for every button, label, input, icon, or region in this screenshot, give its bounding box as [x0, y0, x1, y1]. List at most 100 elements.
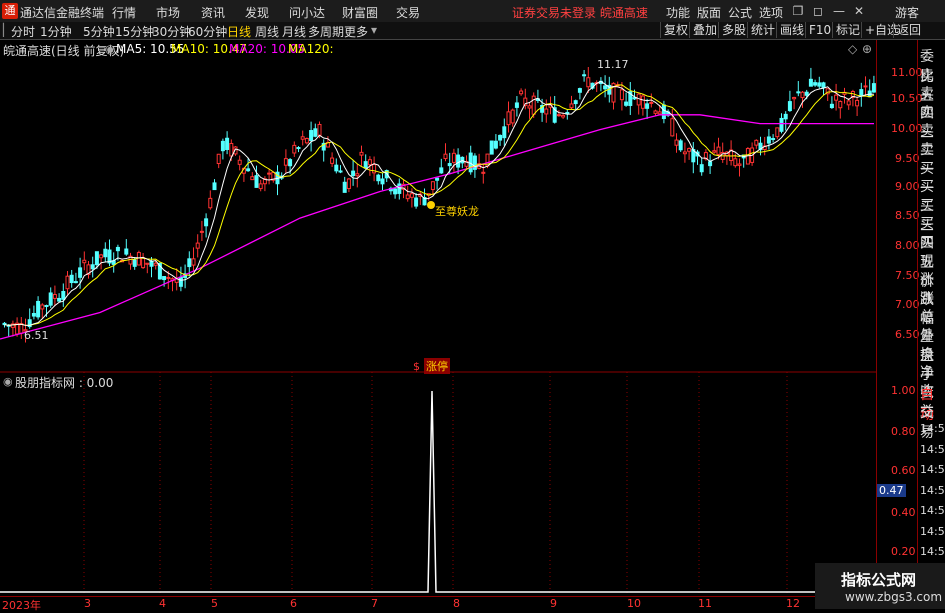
- candle-body: [292, 144, 297, 154]
- restore2-icon[interactable]: ◻: [810, 3, 826, 19]
- candle-body: [846, 100, 851, 106]
- watermark: 指标公式网 www.zbgs3.com: [815, 563, 945, 609]
- period-15min[interactable]: 15分钟: [115, 23, 154, 40]
- side-panel-label: 14:56: [920, 483, 945, 497]
- candle-body: [73, 281, 78, 284]
- candle-body: [351, 170, 356, 177]
- month-label: 10: [627, 597, 641, 610]
- menu-caifuquan[interactable]: 财富圈: [342, 4, 378, 21]
- menu-gongshi[interactable]: 公式: [728, 4, 752, 21]
- candle-body: [771, 138, 776, 141]
- candle-body: [493, 140, 498, 149]
- candle-body: [149, 260, 154, 267]
- low-price-label: 6.51: [24, 329, 49, 342]
- candle-body: [766, 136, 771, 144]
- tool-huaxian[interactable]: 画线: [776, 22, 807, 38]
- candle-body: [82, 259, 87, 264]
- tool-fanhui[interactable]: 返回: [893, 22, 924, 38]
- candle-body: [838, 100, 843, 109]
- candle-body: [502, 126, 507, 139]
- candle-body: [204, 218, 209, 227]
- price-tick: 7.00: [895, 298, 920, 311]
- tool-tongji[interactable]: 统计: [747, 22, 778, 38]
- period-1min[interactable]: 1分钟: [40, 23, 72, 40]
- tool-diejia[interactable]: 叠加: [689, 22, 720, 38]
- restore-icon[interactable]: ❐: [790, 3, 806, 19]
- month-label: 2023年: [2, 599, 41, 612]
- candle-body: [346, 178, 351, 190]
- candle-body: [792, 96, 797, 100]
- period-5min[interactable]: 5分钟: [83, 23, 115, 40]
- side-panel-label: 14:56: [920, 463, 945, 476]
- tool-f10[interactable]: F10: [805, 22, 834, 38]
- month-label: 4: [159, 597, 166, 610]
- user-label[interactable]: 游客: [895, 4, 919, 21]
- minimize-icon[interactable]: —: [831, 3, 847, 19]
- candle-body: [498, 134, 503, 141]
- period-fenshi[interactable]: 分时: [11, 23, 35, 40]
- candle-body: [586, 77, 591, 88]
- tool-fuquan[interactable]: 复权: [660, 22, 691, 38]
- candle-body: [435, 177, 440, 181]
- close-icon[interactable]: ✕: [851, 3, 867, 19]
- ind-tick: 0.20: [891, 545, 916, 558]
- candle-body: [334, 164, 339, 172]
- diamond-icon[interactable]: ◇: [848, 42, 857, 56]
- candle-body: [376, 174, 381, 182]
- signal-marker-icon: [427, 201, 435, 209]
- indicator-settings-icon[interactable]: ◉: [3, 375, 13, 388]
- tool-biaoji[interactable]: 标记: [832, 22, 863, 38]
- candle-body: [409, 193, 414, 198]
- menu-faxian[interactable]: 发现: [245, 4, 269, 21]
- price-tick: 9.50: [895, 152, 920, 165]
- menu-shichang[interactable]: 市场: [156, 4, 180, 21]
- menu-wenxiaoda[interactable]: 问小达: [289, 4, 325, 21]
- candle-body: [31, 313, 36, 317]
- candle-body: [821, 82, 826, 89]
- period-weekly[interactable]: 周线: [255, 23, 279, 40]
- kline-chart-area[interactable]: [0, 40, 876, 596]
- candle-body: [699, 164, 704, 173]
- time-axis: 2023年 3 4 5 6 7 8 9 10 11 12: [0, 596, 876, 612]
- title-bar: 通 通达信金融终端 行情 市场 资讯 发现 问小达 财富圈 交易 证券交易未登录…: [0, 0, 945, 23]
- candle-body: [808, 78, 813, 87]
- period-daily[interactable]: 日线: [227, 23, 251, 40]
- ma120-label: MA120:: [288, 42, 334, 56]
- candle-body: [300, 136, 305, 140]
- candle-body: [199, 230, 204, 233]
- candle-body: [657, 111, 662, 115]
- period-multi[interactable]: 多周期: [308, 23, 344, 40]
- candle-body: [569, 103, 574, 109]
- candle-body: [561, 114, 566, 118]
- period-30min[interactable]: 30分钟: [152, 23, 191, 40]
- login-notice[interactable]: 证券交易未登录 皖通高速: [512, 4, 648, 21]
- menu-xuanxiang[interactable]: 选项: [759, 4, 783, 21]
- settings-icon[interactable]: ◉: [105, 42, 115, 56]
- period-60min[interactable]: 60分钟: [188, 23, 227, 40]
- month-label: 3: [84, 597, 91, 610]
- menu-gongneng[interactable]: 功能: [666, 4, 690, 21]
- tool-duogu[interactable]: 多股: [718, 22, 749, 38]
- dollar-icon: $: [413, 360, 420, 373]
- candle-body: [178, 276, 183, 287]
- ma120-line: [0, 114, 874, 340]
- period-more[interactable]: 更多: [344, 23, 368, 40]
- candle-body: [330, 157, 335, 164]
- zoom-icon[interactable]: ⊕: [862, 42, 872, 56]
- chevron-down-icon[interactable]: ▾: [371, 23, 377, 37]
- side-panel-label: 14:56: [920, 422, 945, 435]
- menu-hangqing[interactable]: 行情: [112, 4, 136, 21]
- candle-body: [225, 137, 230, 150]
- candle-body: [439, 167, 444, 174]
- menu-jiaoyi[interactable]: 交易: [396, 4, 420, 21]
- candle-body: [115, 246, 120, 252]
- candle-body: [775, 127, 780, 138]
- candle-body: [649, 101, 654, 104]
- indicator-label: 股朋指标网 : 0.00: [15, 376, 114, 390]
- watermark-title: 指标公式网: [841, 571, 917, 589]
- menu-banmian[interactable]: 版面: [697, 4, 721, 21]
- candle-body: [61, 290, 66, 300]
- menu-zixun[interactable]: 资讯: [201, 4, 225, 21]
- candle-body: [405, 194, 410, 200]
- period-monthly[interactable]: 月线: [282, 23, 306, 40]
